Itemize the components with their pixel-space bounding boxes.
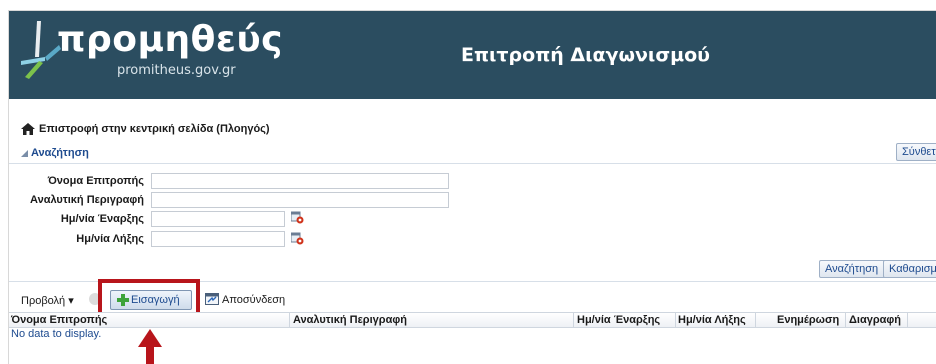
column-header-delete[interactable]: Διαγραφή — [849, 313, 901, 327]
end-date-input[interactable] — [151, 231, 285, 247]
view-menu[interactable]: Προβολή ▾ — [21, 294, 74, 307]
column-header-update[interactable]: Ενημέρωση — [777, 313, 839, 327]
column-divider — [755, 313, 756, 327]
calendar-icon[interactable] — [291, 211, 304, 224]
field-label-committee-name: Όνομα Επιτροπής — [47, 175, 144, 187]
column-header-name[interactable]: Όνομα Επιτροπής — [11, 313, 107, 327]
column-header-end-date[interactable]: Ημ/νία Λήξης — [678, 313, 746, 327]
page-header: προμηθεύς promitheus.gov.gr Επιτροπή Δια… — [9, 11, 936, 99]
clear-button[interactable]: Καθαρισμ — [883, 260, 936, 278]
logo-text: προμηθεύς — [57, 19, 284, 60]
calendar-icon[interactable] — [291, 232, 304, 245]
start-date-input[interactable] — [151, 211, 285, 227]
view-menu-label: Προβολή — [21, 295, 66, 307]
search-section-label: Αναζήτηση — [31, 147, 89, 159]
column-divider — [845, 313, 846, 327]
advanced-search-button[interactable]: Σύνθετη — [896, 143, 936, 161]
column-divider — [289, 313, 290, 327]
empty-table-message: No data to display. — [11, 328, 102, 340]
column-header-start-date[interactable]: Ημ/νία Έναρξης — [577, 313, 660, 327]
description-input[interactable] — [151, 192, 449, 208]
collapse-triangle-icon — [21, 149, 28, 157]
page-title: Επιτροπή Διαγωνισμού — [461, 44, 710, 66]
logo-url: promitheus.gov.gr — [117, 63, 236, 78]
field-label-start-date: Ημ/νία Έναρξης — [60, 213, 144, 225]
column-divider — [675, 313, 676, 327]
divider — [9, 163, 936, 164]
field-label-end-date: Ημ/νία Λήξης — [76, 233, 144, 245]
column-divider — [573, 313, 574, 327]
field-label-description: Αναλυτική Περιγραφή — [30, 194, 144, 206]
home-link[interactable]: Επιστροφή στην κεντρική σελίδα (Πλοηγός) — [21, 123, 270, 135]
disconnect-icon — [205, 293, 219, 305]
table-header: Όνομα Επιτροπής Αναλυτική Περιγραφή Ημ/ν… — [9, 312, 936, 328]
committee-name-input[interactable] — [151, 173, 449, 189]
chevron-down-icon: ▾ — [68, 295, 74, 307]
column-header-description[interactable]: Αναλυτική Περιγραφή — [293, 313, 407, 327]
search-button[interactable]: Αναζήτηση — [819, 260, 889, 278]
column-divider — [907, 313, 908, 327]
annotation-arrow-shaft — [146, 345, 154, 364]
logo-icon — [21, 21, 61, 79]
app-window: προμηθεύς promitheus.gov.gr Επιτροπή Δια… — [8, 10, 936, 364]
disconnect-link[interactable]: Αποσύνδεση — [222, 294, 285, 306]
search-section-toggle[interactable]: Αναζήτηση — [21, 147, 89, 159]
home-link-label: Επιστροφή στην κεντρική σελίδα (Πλοηγός) — [39, 123, 270, 135]
home-icon — [21, 123, 35, 135]
